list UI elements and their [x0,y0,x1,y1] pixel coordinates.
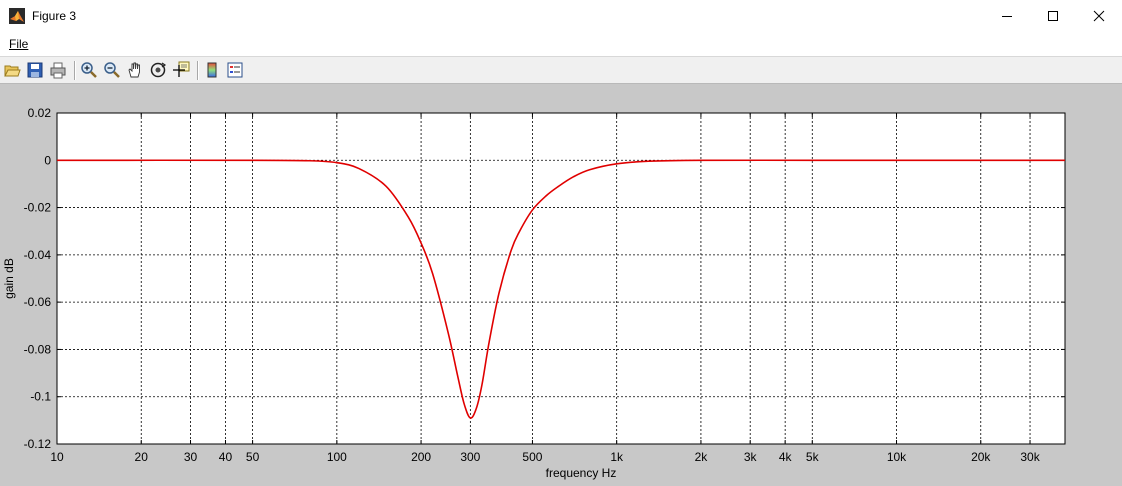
menu-bar: File [0,32,1122,56]
menu-file[interactable]: File [9,37,28,51]
legend-button[interactable] [226,61,244,79]
axes-background [57,113,1065,444]
save-icon [27,62,43,78]
matlab-logo-icon [9,8,25,24]
x-tick-label: 2k [695,450,709,464]
x-axis-label: frequency Hz [546,466,617,480]
x-tick-label: 4k [779,450,793,464]
y-axis-label: gain dB [2,258,16,299]
y-tick-label: 0 [44,153,51,167]
print-button[interactable] [49,61,67,79]
maximize-icon [1048,11,1058,21]
window-title: Figure 3 [32,9,77,23]
x-tick-label: 40 [219,450,233,464]
x-tick-label: 50 [246,450,260,464]
x-tick-label: 300 [460,450,480,464]
pan-button[interactable] [126,61,144,79]
open-icon [4,65,21,77]
x-tick-label: 30 [184,450,198,464]
figure-toolbar [0,56,1122,84]
x-tick-label: 10k [887,450,907,464]
y-tick-label: -0.1 [30,390,51,404]
title-bar: Figure 3 [0,0,1122,32]
pan-icon [128,62,140,78]
open-button[interactable] [3,61,21,79]
y-tick-label: -0.06 [24,295,52,309]
minimize-icon [1002,16,1012,17]
data-cursor-button[interactable] [172,61,190,79]
colorbar-icon [207,62,217,78]
x-tick-label: 30k [1020,450,1040,464]
x-tick-label: 5k [806,450,820,464]
data-cursor-icon [173,61,190,77]
minimize-button[interactable] [984,0,1030,32]
line-chart[interactable]: 10 20 30 40 50 100 200 300 500 1k 2k 3k 4k 5k 10k 20k 30… [0,84,1122,486]
colorbar-button[interactable] [203,61,221,79]
y-tick-label: -0.04 [24,248,52,262]
figure-area: 10 20 30 40 50 100 200 300 500 1k 2k 3k 4k 5k 10k 20k 30… [0,84,1122,486]
maximize-button[interactable] [1030,0,1076,32]
y-tick-label: -0.08 [24,342,52,356]
toolbar-separator [74,61,76,80]
save-button[interactable] [26,61,44,79]
rotate-3d-icon [150,62,167,78]
x-tick-label: 200 [411,450,431,464]
rotate-3d-button[interactable] [149,61,167,79]
x-tick-label: 20 [135,450,149,464]
zoom-out-icon [104,62,120,78]
x-tick-label: 3k [744,450,758,464]
x-tick-label: 100 [327,450,347,464]
x-tick-label: 20k [971,450,991,464]
zoom-out-button[interactable] [103,61,121,79]
close-icon [1093,10,1105,22]
zoom-in-button[interactable] [80,61,98,79]
x-tick-label: 1k [610,450,624,464]
print-icon [50,62,66,79]
legend-icon [227,62,243,78]
y-tick-label: -0.12 [24,437,52,451]
zoom-in-icon [81,62,97,78]
toolbar-separator [197,61,199,80]
x-tick-label: 10 [50,450,64,464]
y-tick-label: 0.02 [28,106,52,120]
close-button[interactable] [1076,0,1122,32]
x-tick-label: 500 [522,450,542,464]
y-tick-label: -0.02 [24,201,52,215]
